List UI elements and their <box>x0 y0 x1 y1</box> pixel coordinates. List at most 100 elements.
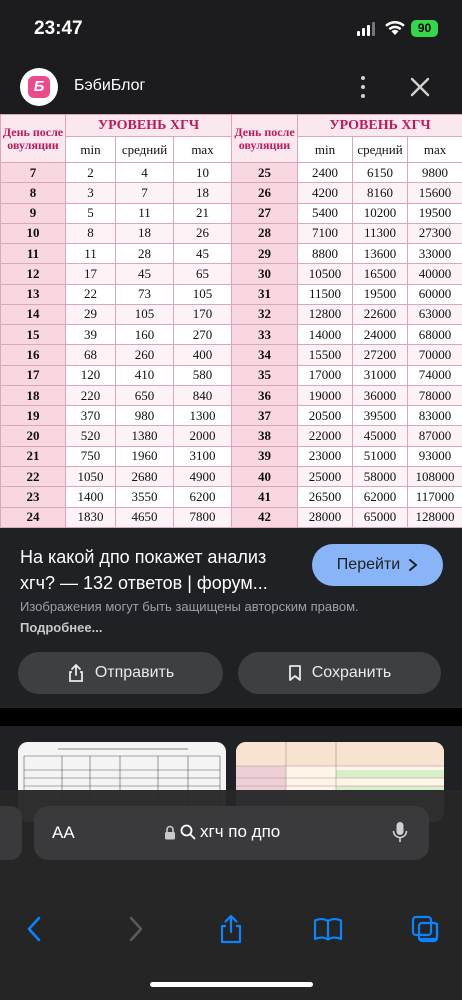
day-cell: 24 <box>0 506 66 528</box>
hcg-value-cell: 2 <box>65 161 116 184</box>
hcg-value-cell: 410 <box>115 364 174 386</box>
day-cell: 13 <box>0 283 66 305</box>
more-link[interactable]: Подробнее... <box>20 620 102 635</box>
hcg-value-cell: 10500 <box>297 263 354 285</box>
site-name[interactable]: БэбиБлог <box>74 77 145 95</box>
hcg-value-cell: 63000 <box>407 303 462 326</box>
hcg-value-cell: 18 <box>115 222 174 245</box>
hcg-value-cell: 4 <box>115 161 174 184</box>
hcg-table-row: 19 370 980 1300 37 20500 39500 83000 <box>0 405 462 427</box>
day-cell: 38 <box>231 425 299 447</box>
hcg-value-cell: 120 <box>65 364 116 386</box>
hcg-value-cell: 60000 <box>407 283 462 305</box>
hcg-value-cell: 65000 <box>352 506 409 528</box>
hcg-value-cell: 45 <box>172 243 233 265</box>
hcg-value-cell: 26500 <box>297 486 354 508</box>
hcg-value-cell: 11 <box>65 243 116 265</box>
hcg-value-cell: 650 <box>115 384 174 407</box>
day-header-left: День после овуляции <box>0 114 66 163</box>
hcg-value-cell: 22000 <box>297 425 354 447</box>
hcg-value-cell: 160 <box>115 324 174 346</box>
hcg-value-cell: 27300 <box>407 222 462 245</box>
hcg-value-cell: 16500 <box>352 263 409 285</box>
avg-header: средний <box>352 136 409 163</box>
hcg-table-row: 18 220 650 840 36 19000 36000 78000 <box>0 384 462 407</box>
hcg-value-cell: 25000 <box>297 465 354 488</box>
day-cell: 17 <box>0 364 66 386</box>
day-cell: 28 <box>231 222 299 245</box>
share-sheet-icon[interactable] <box>216 914 246 944</box>
hcg-value-cell: 3550 <box>115 486 174 508</box>
share-button[interactable]: Отправить <box>18 652 223 694</box>
hcg-value-cell: 980 <box>115 405 174 427</box>
hcg-value-cell: 170 <box>172 303 233 326</box>
hcg-value-cell: 73 <box>115 283 174 305</box>
day-cell: 25 <box>231 161 299 184</box>
hcg-value-cell: 22600 <box>352 303 409 326</box>
hcg-value-cell: 83000 <box>407 405 462 427</box>
result-header: Б БэбиБлог <box>0 60 462 114</box>
hcg-value-cell: 68000 <box>407 324 462 346</box>
tabs-icon[interactable] <box>410 914 440 944</box>
hcg-table-row: 14 29 105 170 32 12800 22600 63000 <box>0 303 462 326</box>
hcg-value-cell: 7800 <box>172 506 233 528</box>
microphone-icon[interactable] <box>392 821 408 845</box>
hcg-value-cell: 18 <box>172 182 233 204</box>
hcg-value-cell: 580 <box>172 364 233 386</box>
hcg-value-cell: 220 <box>65 384 116 407</box>
hcg-value-cell: 108000 <box>407 465 462 488</box>
hcg-value-cell: 39500 <box>352 405 409 427</box>
bookmark-icon <box>288 665 301 681</box>
hcg-value-cell: 4650 <box>115 506 174 528</box>
hcg-value-cell: 36000 <box>352 384 409 407</box>
hcg-value-cell: 520 <box>65 425 116 447</box>
result-title[interactable]: На какой дпо покажет анализ хгч? — 132 о… <box>20 544 300 596</box>
hcg-table-row: 20 520 1380 2000 38 22000 45000 87000 <box>0 425 462 447</box>
previous-tab-pill[interactable] <box>0 806 22 860</box>
hcg-value-cell: 13600 <box>352 243 409 265</box>
battery-indicator: 90 <box>411 20 438 37</box>
hcg-value-cell: 20500 <box>297 405 354 427</box>
site-logo[interactable]: Б <box>20 68 58 106</box>
day-cell: 29 <box>231 243 299 265</box>
home-indicator <box>150 982 313 987</box>
share-label: Отправить <box>94 664 175 681</box>
hcg-value-cell: 17000 <box>297 364 354 386</box>
hcg-value-cell: 45 <box>115 263 174 285</box>
url-display[interactable]: хгч по дпо <box>164 822 280 842</box>
forward-icon[interactable] <box>120 914 150 944</box>
hcg-value-cell: 10200 <box>352 202 409 224</box>
more-options-icon[interactable] <box>355 73 371 101</box>
hcg-value-cell: 4200 <box>297 182 354 204</box>
result-image[interactable]: День после овуляции УРОВЕНЬ ХГЧ День пос… <box>0 114 462 528</box>
day-cell: 33 <box>231 324 299 346</box>
hcg-value-cell: 105 <box>115 303 174 326</box>
hcg-value-cell: 15600 <box>407 182 462 204</box>
max-header: max <box>407 136 462 163</box>
hcg-value-cell: 19000 <box>297 384 354 407</box>
address-bar[interactable]: AA хгч по дпо <box>34 806 429 860</box>
day-cell: 41 <box>231 486 299 508</box>
hcg-value-cell: 70000 <box>407 344 462 366</box>
hcg-value-cell: 4900 <box>172 465 233 488</box>
day-cell: 22 <box>0 465 66 488</box>
save-button[interactable]: Сохранить <box>238 652 441 694</box>
goto-button[interactable]: Перейти <box>312 544 443 586</box>
hcg-value-cell: 11 <box>115 202 174 224</box>
hcg-value-cell: 1830 <box>65 506 116 528</box>
day-cell: 27 <box>231 202 299 224</box>
day-cell: 42 <box>231 506 299 528</box>
day-cell: 20 <box>0 425 66 447</box>
close-icon[interactable] <box>407 74 433 100</box>
hcg-value-cell: 26 <box>172 222 233 245</box>
reader-aa-button[interactable]: AA <box>52 823 75 843</box>
day-cell: 15 <box>0 324 66 346</box>
back-icon[interactable] <box>20 914 50 944</box>
result-info: На какой дпо покажет анализ хгч? — 132 о… <box>0 528 462 708</box>
min-header: min <box>297 136 354 163</box>
hcg-value-cell: 19500 <box>352 283 409 305</box>
hcg-value-cell: 3 <box>65 182 116 204</box>
day-cell: 26 <box>231 182 299 204</box>
hcg-value-cell: 400 <box>172 344 233 366</box>
bookmarks-icon[interactable] <box>313 914 343 944</box>
